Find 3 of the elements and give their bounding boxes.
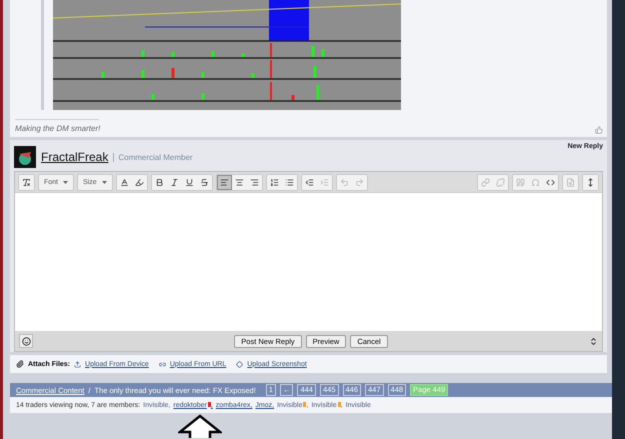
username[interactable]: FractalFreak: [41, 150, 108, 164]
user-title: Commercial Member: [113, 152, 193, 162]
signature: Making the DM smarter!: [15, 124, 100, 133]
